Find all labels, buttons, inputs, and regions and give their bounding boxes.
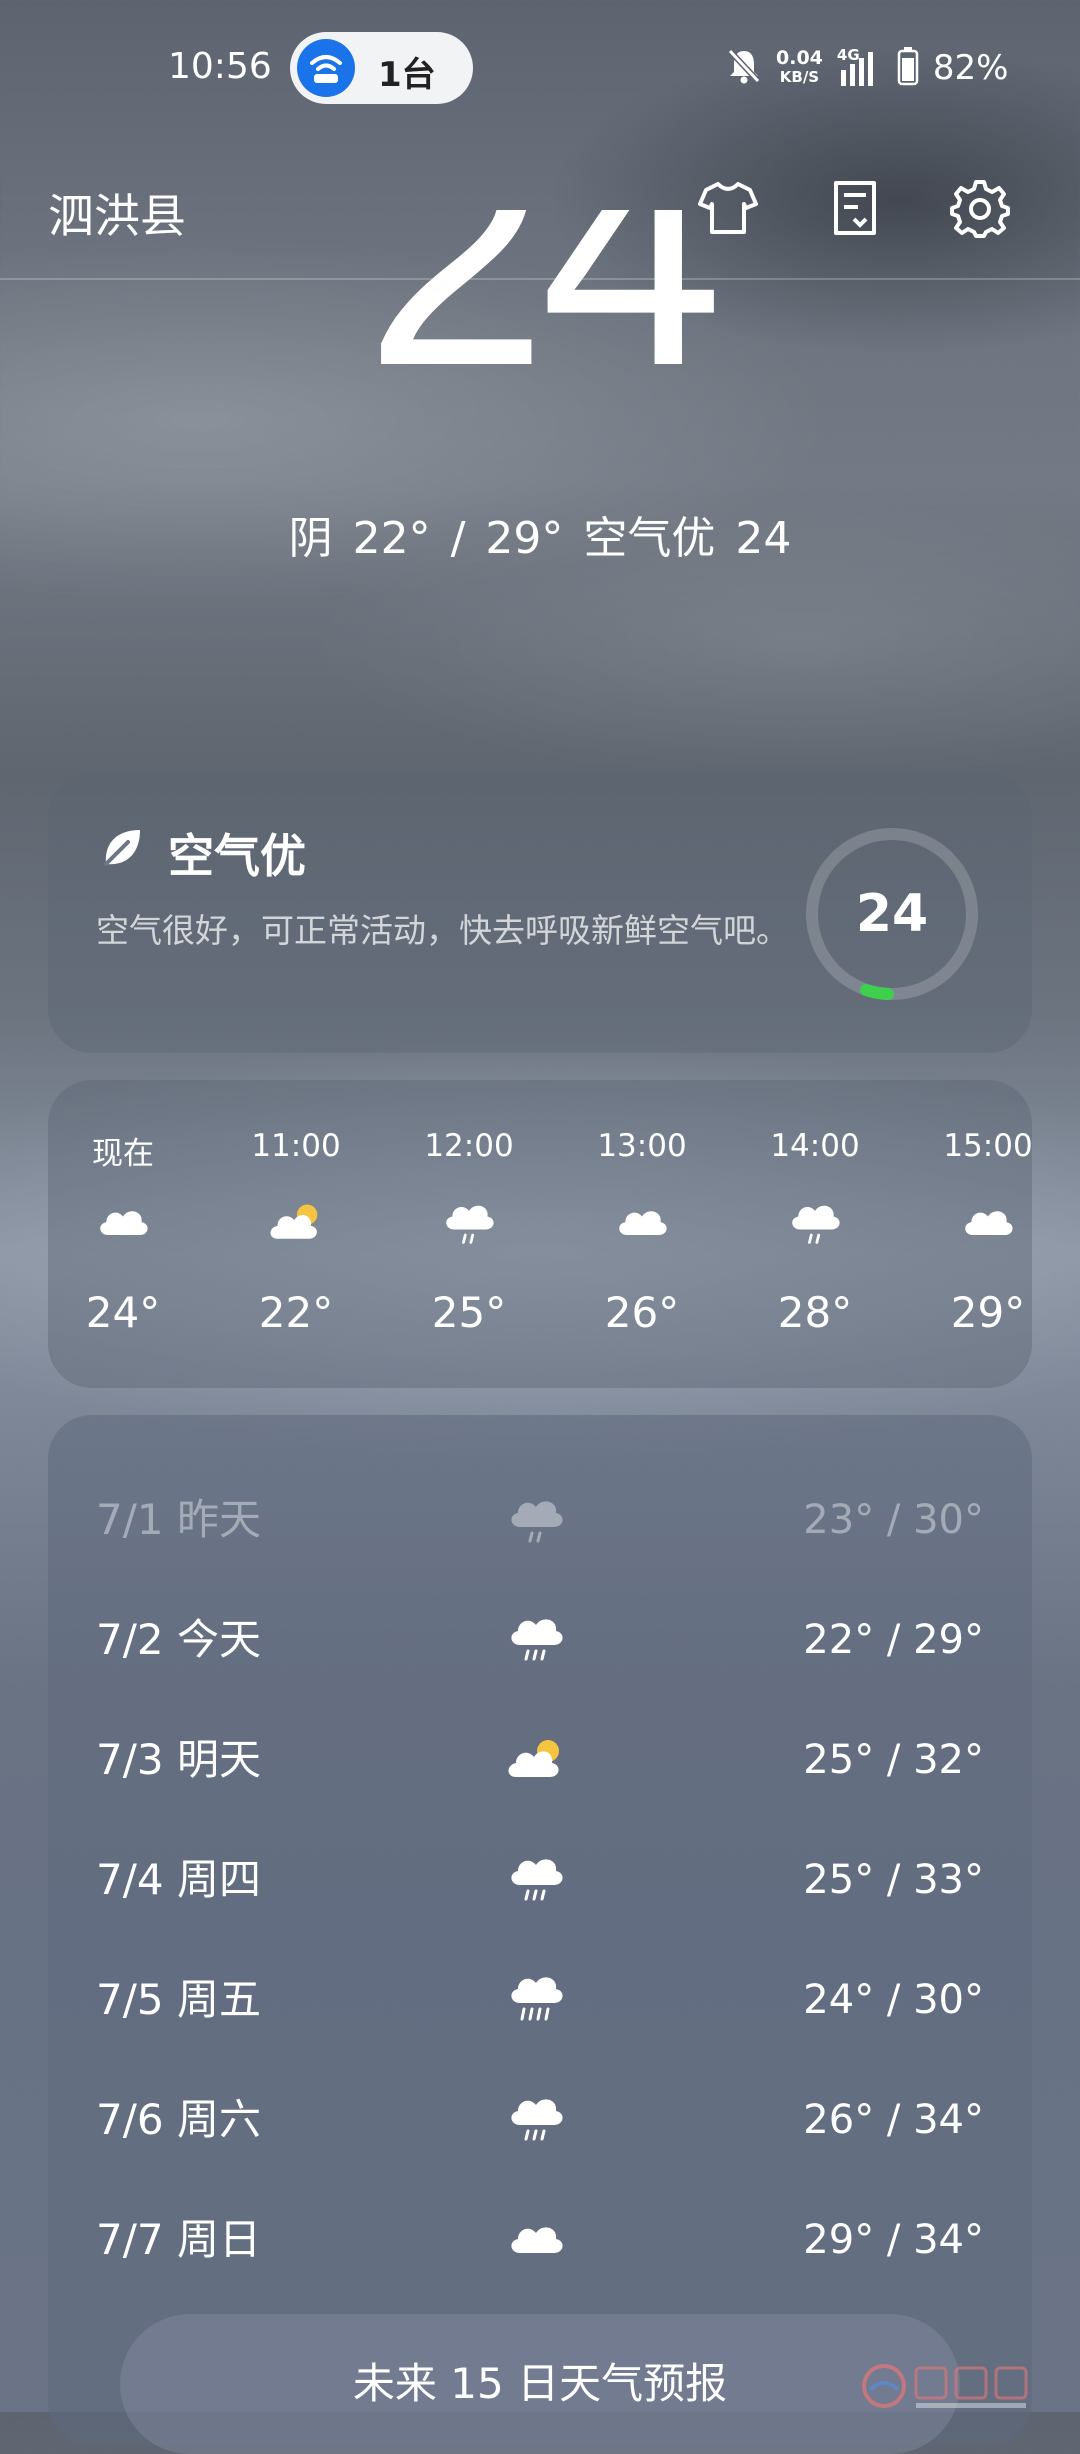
- current-temperature: 24: [364, 210, 723, 434]
- daily-forecast-card[interactable]: 7/1 昨天 23° / 30° 7/2 今天 22° / 29° 7/3 明天 25° …: [48, 1415, 1032, 2445]
- aqi-gauge: 24: [802, 824, 982, 1004]
- heavy-rain-icon: [504, 1973, 568, 2027]
- mute-bell-icon: [726, 47, 762, 89]
- air-quality-title: 空气优: [168, 829, 306, 883]
- forecast-button-label: 未来 15 日天气预报: [352, 2359, 728, 2408]
- hour-time: 13:00: [597, 1128, 687, 1164]
- weather-summary: 阴 22° / 29° 空气优 24: [288, 513, 792, 564]
- hour-temperature: 22°: [258, 1288, 334, 1337]
- hour-temperature: 29°: [950, 1288, 1026, 1337]
- day-temperature-range: 29° / 34°: [803, 2217, 984, 2263]
- day-label: 7/1 昨天: [96, 1495, 261, 1544]
- light-rain-icon: [439, 1198, 499, 1248]
- daily-row[interactable]: 7/7 周日 29° / 34°: [48, 2180, 1032, 2300]
- hotspot-icon: [297, 39, 355, 97]
- day-temperature-range: 22° / 29°: [803, 1617, 984, 1663]
- daily-row[interactable]: 7/5 周五 24° / 30°: [48, 1940, 1032, 2060]
- day-label: 7/4 周四: [96, 1855, 261, 1904]
- partly-cloudy-icon: [266, 1198, 326, 1248]
- signal-icon: 4G: [837, 46, 883, 88]
- air-quality-description: 空气很好，可正常活动，快去呼吸新鲜空气吧。: [96, 911, 789, 950]
- network-speed: 0.04 KB/S: [776, 47, 823, 87]
- day-label: 7/3 明天: [96, 1735, 261, 1784]
- hour-time: 现在: [92, 1136, 154, 1172]
- cloud-icon: [612, 1198, 672, 1248]
- daily-row[interactable]: 7/1 昨天 23° / 30°: [48, 1460, 1032, 1580]
- daily-row[interactable]: 7/2 今天 22° / 29°: [48, 1580, 1032, 1700]
- cloud-icon: [958, 1198, 1018, 1248]
- rain-icon: [504, 2093, 568, 2147]
- day-temperature-range: 25° / 33°: [803, 1857, 984, 1903]
- watermark-logo: [860, 2360, 1060, 2412]
- air-quality-card[interactable]: 空气优 空气很好，可正常活动，快去呼吸新鲜空气吧。 24: [48, 772, 1032, 1053]
- hour-temperature: 28°: [777, 1288, 853, 1337]
- day-label: 7/7 周日: [96, 2215, 261, 2264]
- daily-row[interactable]: 7/4 周四 25° / 33°: [48, 1820, 1032, 1940]
- cloud-icon: [504, 2213, 568, 2267]
- aqi-value: 24: [855, 884, 929, 944]
- hotspot-indicator[interactable]: 1台: [290, 32, 473, 104]
- day-temperature-range: 25° / 32°: [803, 1737, 984, 1783]
- cloud-icon: [93, 1198, 153, 1248]
- light-rain-icon: [504, 1493, 568, 1547]
- daily-row[interactable]: 7/6 周六 26° / 34°: [48, 2060, 1032, 2180]
- day-temperature-range: 23° / 30°: [803, 1497, 984, 1543]
- battery-icon: [897, 46, 919, 90]
- light-rain-icon: [785, 1198, 845, 1248]
- hour-temperature: 25°: [431, 1288, 507, 1337]
- day-temperature-range: 24° / 30°: [803, 1977, 984, 2023]
- status-time: 10:56: [168, 46, 272, 87]
- day-label: 7/6 周六: [96, 2095, 261, 2144]
- rain-icon: [504, 1853, 568, 1907]
- hourly-forecast-card[interactable]: 现在 24° 11:00 22° 12:00 25° 13:00 26° 14:00 28° 15:…: [48, 1080, 1032, 1388]
- day-label: 7/5 周五: [96, 1975, 261, 2024]
- battery-percent: 82%: [932, 48, 1009, 88]
- day-temperature-range: 26° / 34°: [803, 2097, 984, 2143]
- hour-time: 14:00: [770, 1128, 860, 1164]
- hour-temperature: 24°: [85, 1288, 161, 1337]
- hotspot-count: 1台: [378, 55, 436, 95]
- rain-icon: [504, 1613, 568, 1667]
- daily-row[interactable]: 7/3 明天 25° / 32°: [48, 1700, 1032, 1820]
- status-icons: 0.04 KB/S 4G 82%: [726, 44, 1008, 92]
- hour-time: 15:00: [943, 1128, 1032, 1164]
- leaf-icon: [98, 824, 146, 876]
- hour-time: 12:00: [424, 1128, 514, 1164]
- 15-day-forecast-button[interactable]: 未来 15 日天气预报: [120, 2314, 960, 2454]
- hour-time: 11:00: [251, 1128, 341, 1164]
- day-label: 7/2 今天: [96, 1615, 261, 1664]
- hour-temperature: 26°: [604, 1288, 680, 1337]
- partly-cloudy-icon: [504, 1733, 568, 1787]
